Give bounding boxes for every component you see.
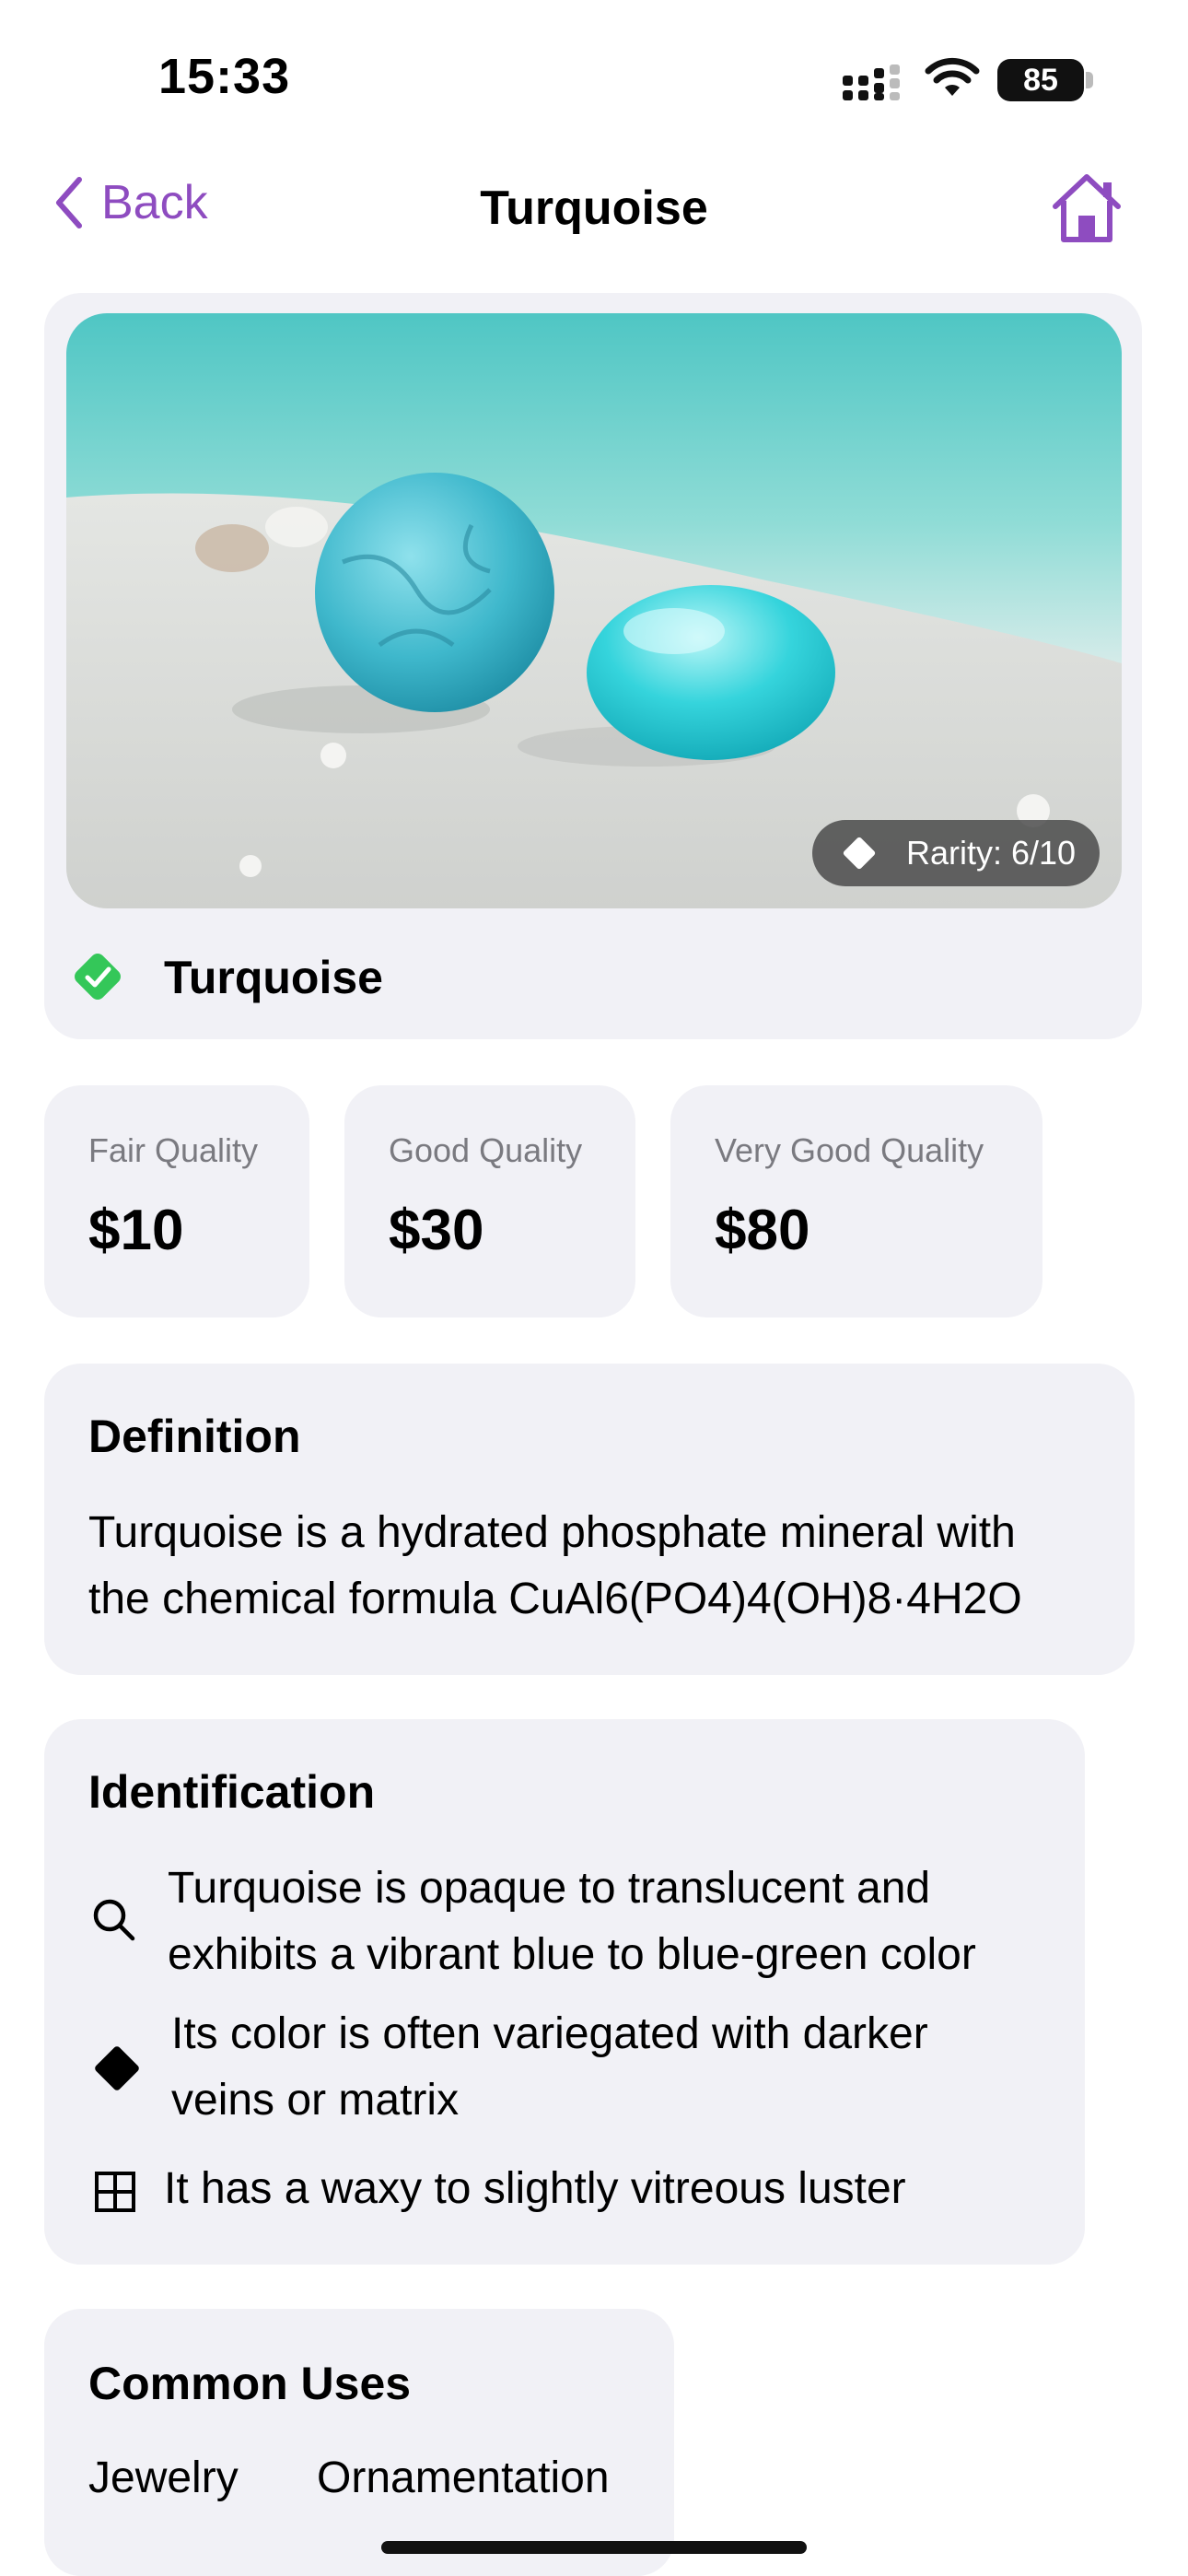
grid-icon xyxy=(95,2172,135,2212)
section-title: Common Uses xyxy=(88,2358,412,2409)
section-title: Identification xyxy=(88,1766,376,1818)
battery-tip xyxy=(1086,72,1093,88)
wifi-icon xyxy=(925,57,980,96)
gem-name: Turquoise xyxy=(164,952,383,1003)
cellular-signal-icon xyxy=(843,64,900,100)
identification-card: Identification Turquoise is opaque to tr… xyxy=(44,1719,1085,2265)
diamond-icon xyxy=(95,2046,139,2090)
identification-line: exhibits a vibrant blue to blue-green co… xyxy=(168,1930,976,1979)
use-item: Ornamentation xyxy=(317,2453,610,2502)
price-card-very-good: Very Good Quality $80 xyxy=(670,1085,1042,1317)
definition-card: Definition Turquoise is a hydrated phosp… xyxy=(44,1364,1135,1675)
rarity-badge: Rarity: 6/10 xyxy=(812,820,1100,886)
price-value: $80 xyxy=(715,1199,810,1262)
use-item: Jewelry xyxy=(88,2453,239,2502)
price-label: Fair Quality xyxy=(88,1131,259,1169)
identification-line: veins or matrix xyxy=(171,2076,460,2125)
price-label: Very Good Quality xyxy=(715,1131,984,1169)
battery-level: 85 xyxy=(997,59,1084,101)
home-indicator[interactable] xyxy=(381,2541,807,2554)
verified-check-icon xyxy=(75,954,121,1000)
price-value: $10 xyxy=(88,1199,184,1262)
price-label: Good Quality xyxy=(389,1131,583,1169)
identification-line: Turquoise is opaque to translucent and xyxy=(168,1864,931,1913)
price-card-fair: Fair Quality $10 xyxy=(44,1085,309,1317)
identification-line: Its color is often variegated with darke… xyxy=(171,2009,928,2058)
common-uses-card: Common Uses Jewelry Ornamentation xyxy=(44,2309,674,2576)
magnifier-icon xyxy=(93,1899,135,1941)
home-icon[interactable] xyxy=(1050,171,1124,245)
price-card-good: Good Quality $30 xyxy=(344,1085,635,1317)
price-value: $30 xyxy=(389,1199,484,1262)
rarity-label: Rarity: 6/10 xyxy=(906,834,1077,872)
definition-line: the chemical formula CuAl6(PO4)4(OH)8·4H… xyxy=(88,1575,1022,1623)
identification-line: It has a waxy to slightly vitreous luste… xyxy=(164,2164,906,2213)
status-time: 15:33 xyxy=(158,49,291,104)
section-title: Definition xyxy=(88,1411,301,1462)
diamond-icon xyxy=(842,836,877,871)
page-title: Turquoise xyxy=(480,181,708,235)
definition-line: Turquoise is a hydrated phosphate minera… xyxy=(88,1508,1016,1557)
